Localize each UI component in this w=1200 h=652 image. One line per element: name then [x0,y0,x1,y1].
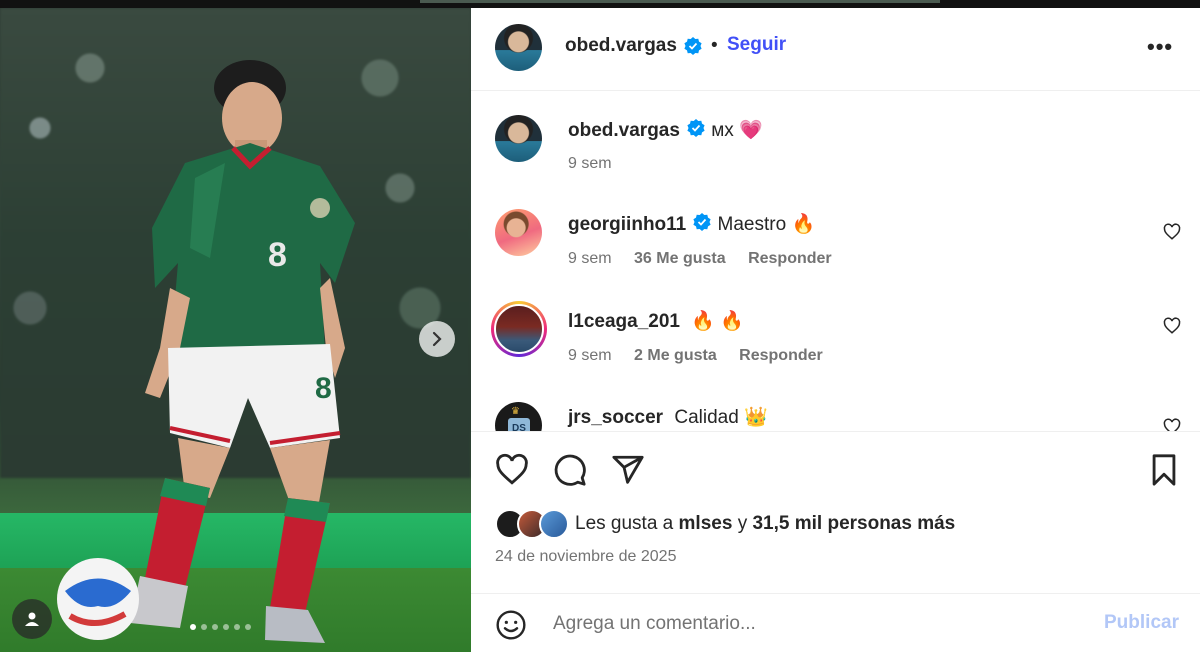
liker-avatar [539,509,569,539]
comment-meta: 9 sem 2 Me gusta Responder [568,347,823,365]
commenter-username[interactable]: jrs_soccer [568,407,663,428]
post-details-panel: obed.vargas • Seguir ••• obed.vargas ᴍx … [471,8,1200,652]
verified-badge-icon [687,119,705,137]
carousel-dot [212,624,218,630]
comment-text: Maestro 🔥 [717,214,816,235]
caption-meta: 9 sem [568,155,612,173]
comment-composer: Publicar [471,593,1200,652]
post-actions-section: Les gusta a mlses y 31,5 mil personas má… [471,431,1200,652]
carousel-dot [223,624,229,630]
likes-user-link[interactable]: mlses [679,513,733,535]
browser-top-band [0,0,1200,8]
emoji-icon[interactable] [495,609,527,641]
player-illustration: 8 8 [130,60,355,643]
crown-icon: ♛ [511,406,520,417]
carousel-dot [234,624,240,630]
share-icon[interactable] [611,453,645,487]
comment-line: jrs_soccer Calidad 👑 [568,405,768,429]
carousel-dot [245,624,251,630]
chevron-right-icon [432,331,442,347]
comment-time[interactable]: 9 sem [568,347,612,364]
carousel-indicator [190,624,251,630]
commenter-avatar[interactable] [495,209,542,256]
caption-line: obed.vargas ᴍx 💗 [568,118,763,142]
likes-prefix: Les gusta a [575,513,674,534]
commenter-username[interactable]: l1ceaga_201 [568,311,680,332]
svg-text:8: 8 [268,236,287,274]
comment-icon[interactable] [553,453,587,487]
comment-text: Calidad 👑 [674,407,768,428]
soccer-ball [57,558,139,640]
svg-text:8: 8 [315,372,332,405]
comment-meta: 9 sem 36 Me gusta Responder [568,250,832,268]
comments-list[interactable]: obed.vargas ᴍx 💗 9 sem georgiinho11 Maes… [471,92,1200,431]
carousel-dot [201,624,207,630]
comment-like-heart-icon[interactable] [1163,418,1181,431]
user-tag-icon [25,612,39,626]
comment-like-heart-icon[interactable] [1163,317,1181,335]
commenter-avatar[interactable] [491,301,547,357]
comment-likes[interactable]: 2 Me gusta [634,347,717,364]
commenter-username[interactable]: georgiinho11 [568,214,686,235]
post-header: obed.vargas • Seguir ••• [471,8,1200,91]
likers-avatars [495,509,569,539]
caption-time[interactable]: 9 sem [568,155,612,172]
commenter-avatar[interactable]: ♛ DS [495,402,542,431]
carousel-dot [190,624,196,630]
likes-summary: Les gusta a mlses y 31,5 mil personas má… [495,509,955,539]
next-image-button[interactable] [419,321,455,357]
publish-button[interactable]: Publicar [1104,612,1179,634]
header-separator: • [711,35,718,56]
likes-connector: y [737,513,748,534]
top-band-highlight [420,0,940,3]
likes-count-link[interactable]: 31,5 mil personas más [752,513,955,535]
comment-input[interactable] [553,608,1073,640]
club-badge-icon: DS [508,418,530,431]
comment-text: 🔥 🔥 [691,311,744,332]
caption-username[interactable]: obed.vargas [568,120,680,141]
comment-line: l1ceaga_201 🔥 🔥 [568,309,744,333]
more-options-button[interactable]: ••• [1147,34,1173,60]
author-username[interactable]: obed.vargas [565,35,677,57]
verified-badge-icon [693,213,711,231]
caption-avatar[interactable] [495,115,542,162]
reply-button[interactable]: Responder [748,250,832,267]
comment-likes[interactable]: 36 Me gusta [634,250,726,267]
author-avatar[interactable] [495,24,542,71]
follow-button[interactable]: Seguir [727,34,786,56]
caption-text: ᴍx 💗 [711,120,763,141]
comment-like-heart-icon[interactable] [1163,223,1181,241]
tagged-users-button[interactable] [12,599,52,639]
comment-line: georgiinho11 Maestro 🔥 [568,212,815,236]
comment-time[interactable]: 9 sem [568,250,612,267]
post-media: 8 8 [0,8,471,652]
heart-icon[interactable] [495,453,529,487]
verified-badge-icon [684,37,702,55]
reply-button[interactable]: Responder [739,347,823,364]
post-date[interactable]: 24 de noviembre de 2025 [495,548,676,566]
bookmark-icon[interactable] [1149,453,1179,487]
